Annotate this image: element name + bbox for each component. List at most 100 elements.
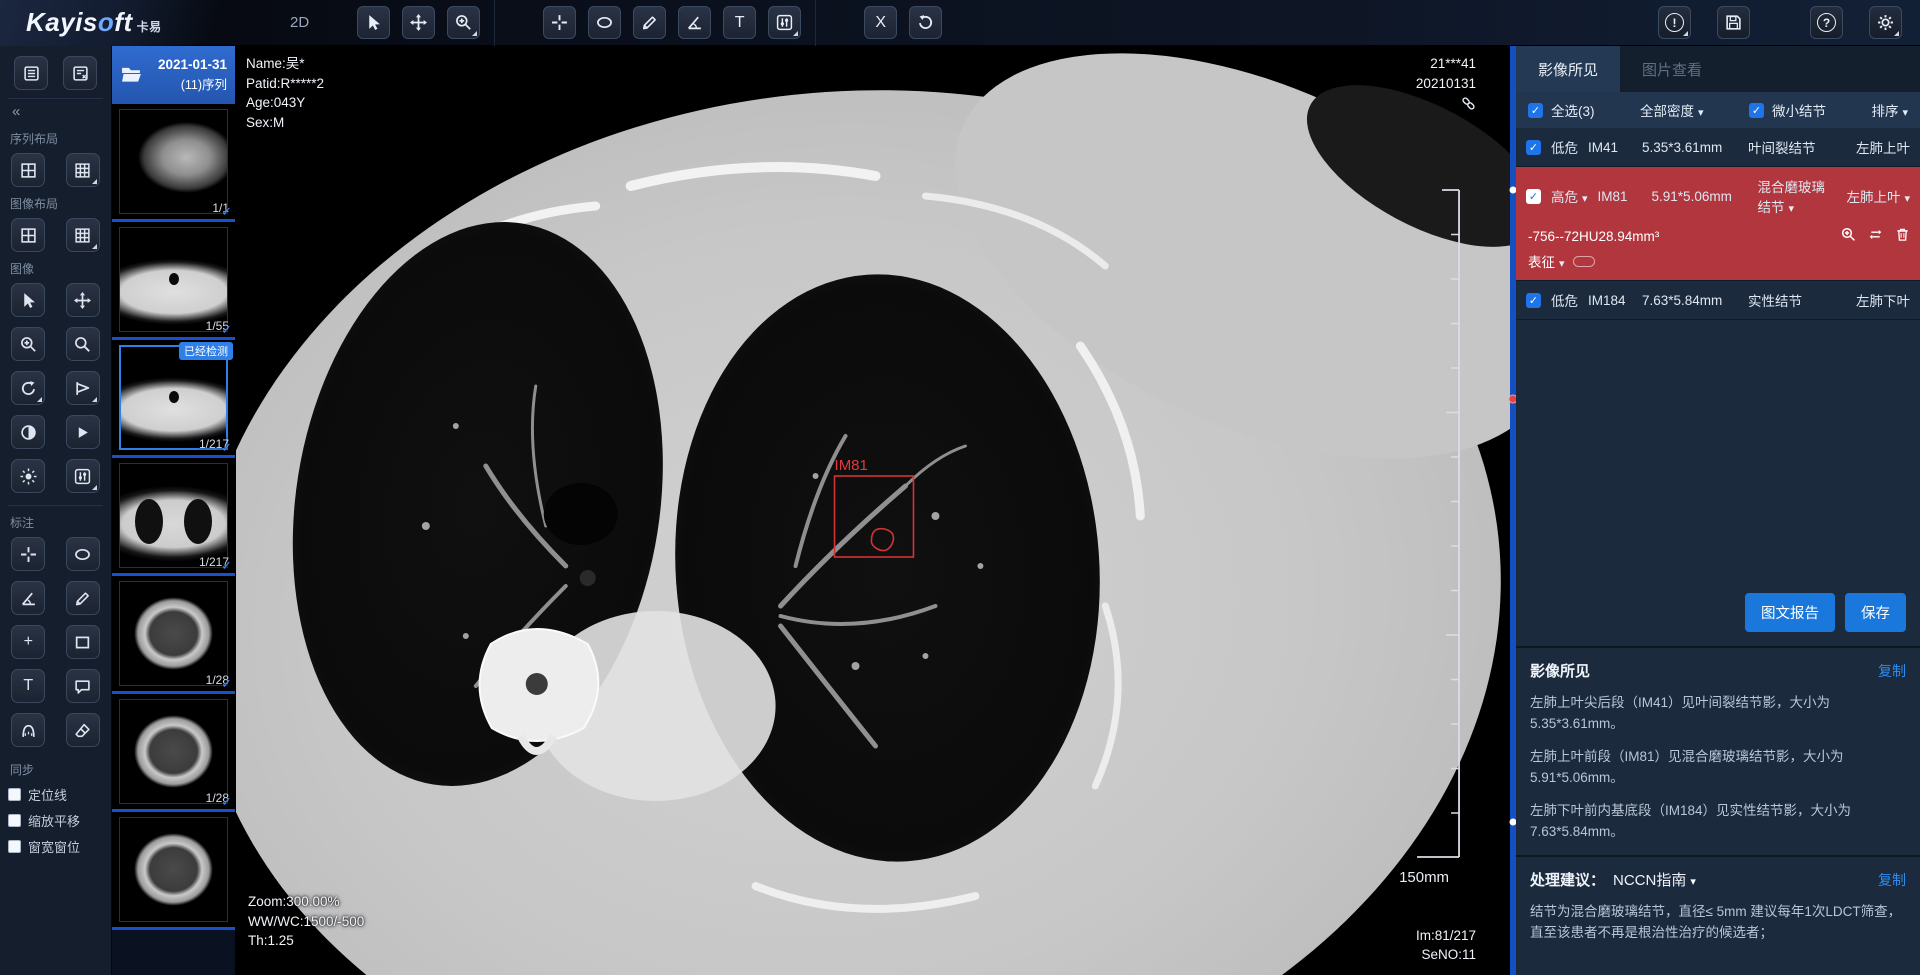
save-icon[interactable]: [1717, 6, 1750, 39]
series-layout-2x2-button[interactable]: [11, 153, 45, 187]
toolbar-right-group: ! ?: [1658, 6, 1920, 39]
slice-position-scrollbar[interactable]: [1510, 46, 1516, 975]
nodule-row[interactable]: 低危 IM184 7.63*5.84mm 实性结节 左肺下叶: [1516, 281, 1920, 320]
delete-nodule-icon[interactable]: [1895, 227, 1910, 245]
nodule-checkbox[interactable]: [1526, 189, 1541, 204]
section-label-image-layout: 图像布局: [10, 195, 103, 212]
cursor-tool-button[interactable]: [357, 6, 390, 39]
cine-play-icon[interactable]: [66, 415, 100, 449]
image-number: Im:81/217: [1416, 926, 1476, 946]
copy-findings-link[interactable]: 复制: [1878, 661, 1906, 681]
current-slice-dot[interactable]: [1509, 395, 1517, 404]
rotate-icon[interactable]: [11, 371, 45, 405]
text-tool-button[interactable]: T: [723, 6, 756, 39]
density-filter-dropdown[interactable]: 全部密度: [1640, 100, 1704, 120]
pan-icon[interactable]: [66, 283, 100, 317]
checkbox-window-level[interactable]: [8, 840, 21, 853]
nodule-checkbox[interactable]: [1526, 140, 1541, 155]
save-button[interactable]: 保存: [1845, 593, 1906, 632]
series-thumbnail[interactable]: 1/1: [112, 104, 235, 222]
crosshair-icon[interactable]: [11, 537, 45, 571]
nodule-checkbox[interactable]: [1526, 293, 1541, 308]
image-layout-2x2-button[interactable]: [11, 218, 45, 252]
tab-image-findings[interactable]: 影像所见: [1516, 46, 1620, 92]
flip-icon[interactable]: [66, 371, 100, 405]
close-panel-icon[interactable]: [63, 56, 97, 90]
logo-text: Kayisoft卡易: [26, 7, 162, 38]
series-thumbnail[interactable]: 1/28: [112, 576, 235, 694]
ruler-annotate-icon[interactable]: [66, 581, 100, 615]
checkbox-zoom-pan[interactable]: [8, 814, 21, 827]
image-layout-grid-button[interactable]: [66, 218, 100, 252]
eraser-icon[interactable]: [66, 713, 100, 747]
alert-icon[interactable]: !: [1658, 6, 1691, 39]
pan-tool-button[interactable]: [402, 6, 435, 39]
nodule-image-index: IM184: [1588, 293, 1632, 308]
report-button[interactable]: 图文报告: [1745, 593, 1835, 632]
help-icon[interactable]: ?: [1810, 6, 1843, 39]
search-icon[interactable]: [66, 327, 100, 361]
locate-nodule-icon[interactable]: [1841, 227, 1856, 245]
text-annotate-icon[interactable]: T: [11, 669, 45, 703]
series-check-icon: [221, 322, 232, 338]
window-level-icon[interactable]: [66, 459, 100, 493]
series-thumbnail[interactable]: 1/28: [112, 694, 235, 812]
ellipse-annotate-icon[interactable]: [66, 537, 100, 571]
invert-icon[interactable]: [11, 415, 45, 449]
zoom-tool-button[interactable]: [447, 6, 480, 39]
comment-bubble-icon[interactable]: [66, 669, 100, 703]
sort-dropdown[interactable]: 排序: [1871, 100, 1908, 120]
guideline-dropdown[interactable]: NCCN指南: [1613, 869, 1696, 890]
app-window: Kayisoft卡易 2D T X ! ?: [0, 0, 1920, 975]
cursor-icon[interactable]: [11, 283, 45, 317]
angle-tool-button[interactable]: [678, 6, 711, 39]
view-params-overlay: Zoom:300.00% WW/WC:1500/-500 Th:1.25: [248, 892, 364, 951]
nodule-location-dropdown[interactable]: 左肺上叶: [1846, 186, 1910, 206]
view-mode-label: 2D: [290, 14, 309, 31]
ct-image: IM81 150mm: [236, 46, 1516, 975]
sync-option-zoom-pan[interactable]: 缩放平移: [8, 811, 103, 830]
brightness-icon[interactable]: [11, 459, 45, 493]
arch-annotate-icon[interactable]: [11, 713, 45, 747]
trait-toggle[interactable]: [1573, 256, 1595, 267]
nodule-row[interactable]: 低危 IM41 5.35*3.61mm 叶间裂结节 左肺上叶: [1516, 128, 1920, 167]
ct-viewport[interactable]: IM81 150mm Name:吴* Patid:R*****2 Age:043…: [236, 46, 1516, 975]
folder-icon: [120, 63, 142, 88]
risk-level-dropdown[interactable]: 高危: [1551, 186, 1588, 206]
select-all-checkbox[interactable]: [1528, 103, 1543, 118]
micro-nodule-checkbox[interactable]: [1749, 103, 1764, 118]
localizer-tool-button[interactable]: [543, 6, 576, 39]
tab-image-view[interactable]: 图片查看: [1620, 46, 1724, 92]
window-level-tool-button[interactable]: [768, 6, 801, 39]
zoom-in-icon[interactable]: [11, 327, 45, 361]
nodule-row-selected[interactable]: 高危 IM81 5.91*5.06mm 混合磨玻璃结节 左肺上叶 -756--7…: [1516, 167, 1920, 281]
redetect-icon[interactable]: [1868, 227, 1883, 245]
point-annotate-icon[interactable]: +: [11, 625, 45, 659]
angle-annotate-icon[interactable]: [11, 581, 45, 615]
study-header[interactable]: 2021-01-31 (11)序列: [112, 46, 235, 104]
reset-view-button[interactable]: [909, 6, 942, 39]
measure-tool-button[interactable]: [633, 6, 666, 39]
collapse-sidebar-button[interactable]: «: [8, 99, 103, 122]
link-icon[interactable]: [1461, 96, 1476, 117]
trait-dropdown[interactable]: 表征: [1528, 251, 1565, 271]
copy-recommendation-link[interactable]: 复制: [1878, 870, 1906, 890]
delete-annotation-button[interactable]: X: [864, 6, 897, 39]
thumbnail-panel-icon[interactable]: [14, 56, 48, 90]
sync-option-window[interactable]: 窗宽窗位: [8, 837, 103, 856]
ellipse-tool-button[interactable]: [588, 6, 621, 39]
sync-option-localizer[interactable]: 定位线: [8, 785, 103, 804]
topbar: Kayisoft卡易 2D T X ! ?: [0, 0, 1920, 46]
settings-gear-icon[interactable]: [1869, 6, 1902, 39]
series-thumbnail-selected[interactable]: 已经检测 1/217: [112, 340, 235, 458]
rectangle-annotate-icon[interactable]: [66, 625, 100, 659]
checkbox-localizer-line[interactable]: [8, 788, 21, 801]
series-layout-grid-button[interactable]: [66, 153, 100, 187]
nodule-type-dropdown[interactable]: 混合磨玻璃结节: [1758, 176, 1837, 216]
app-logo: Kayisoft卡易: [0, 0, 230, 46]
series-thumbnail[interactable]: 1/55: [112, 222, 235, 340]
series-thumbnail[interactable]: [112, 812, 235, 930]
nodule-size: 5.35*3.61mm: [1642, 140, 1738, 155]
series-check-icon: [221, 794, 232, 810]
series-thumbnail[interactable]: 1/217: [112, 458, 235, 576]
